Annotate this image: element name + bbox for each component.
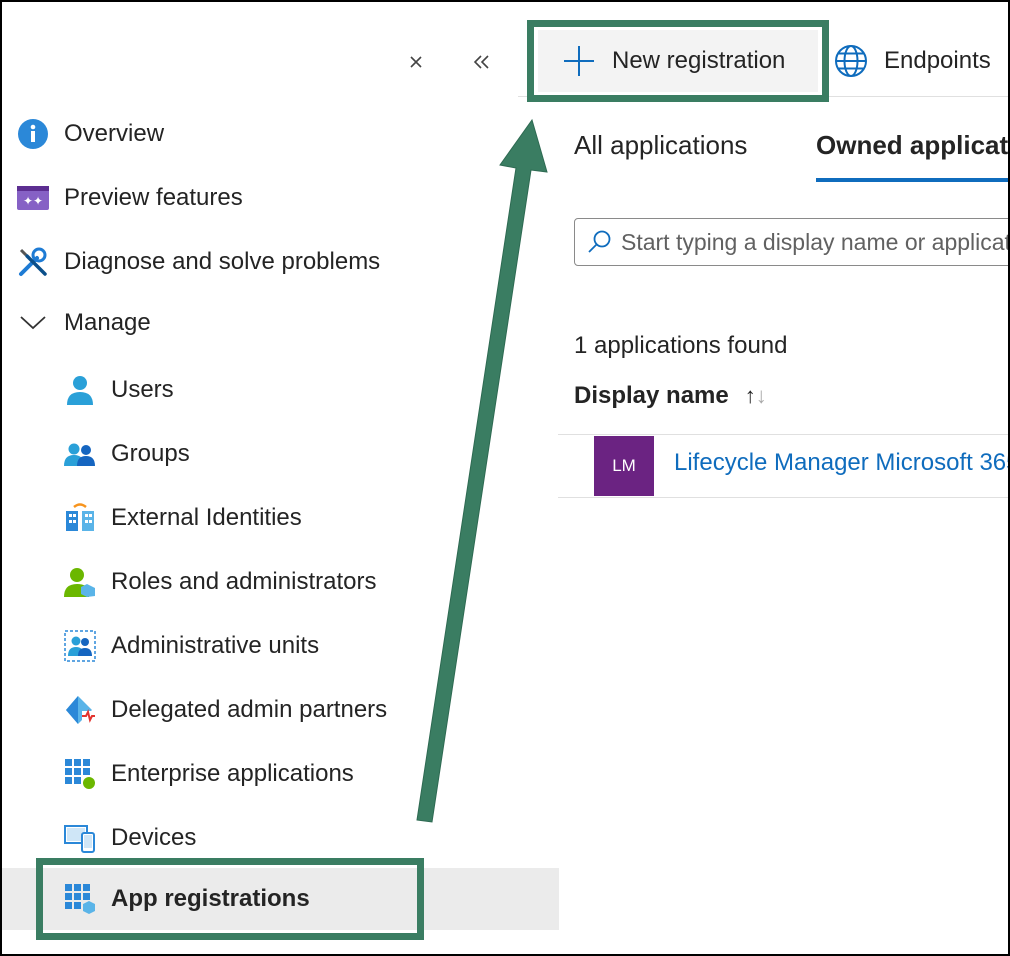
callout-arrow: [416, 118, 548, 823]
app-window: Overview ✦✦ Preview features Diagnose an…: [0, 0, 1010, 956]
